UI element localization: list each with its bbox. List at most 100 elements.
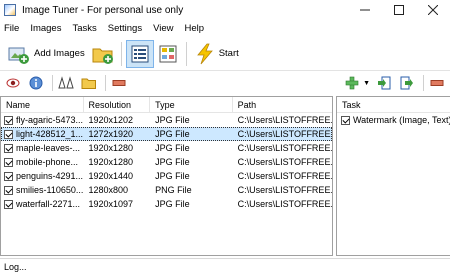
task-toolbar: ▼ — [342, 73, 450, 93]
status-log-link[interactable]: Log... — [4, 262, 27, 272]
task-checkbox[interactable] — [341, 115, 350, 125]
row-checkbox[interactable] — [4, 129, 13, 139]
file-name: mobile-phone... — [16, 157, 79, 167]
menu-help[interactable]: Help — [185, 23, 205, 34]
file-name: penguins-4291... — [16, 171, 84, 181]
task-list-header: Task — [337, 97, 450, 113]
file-resolution: 1920x1280 — [88, 143, 134, 153]
menu-bar: File Images Tasks Settings View Help — [0, 20, 450, 37]
eye-icon — [6, 78, 20, 87]
add-images-button[interactable]: Add Images — [4, 40, 89, 68]
file-type: JPG File — [155, 143, 190, 153]
add-images-label: Add Images — [34, 48, 85, 59]
row-checkbox[interactable] — [4, 115, 13, 125]
folder-icon — [81, 78, 96, 89]
file-resolution: 1272x1920 — [83, 127, 151, 141]
row-checkbox[interactable] — [4, 185, 13, 195]
window-title: Image Tuner - For personal use only — [22, 4, 184, 16]
start-button[interactable]: Start — [191, 40, 243, 68]
image-list-header: Name Resolution Type Path — [1, 97, 332, 113]
import-task-button[interactable] — [374, 73, 394, 93]
file-resolution: 1920x1097 — [88, 199, 134, 209]
row-checkbox[interactable] — [4, 171, 13, 181]
file-name: fly-agaric-5473... — [16, 115, 84, 125]
chevron-down-icon[interactable]: ▼ — [363, 80, 370, 87]
add-task-button[interactable] — [342, 73, 362, 93]
file-resolution: 1280x800 — [88, 185, 129, 195]
column-header-path[interactable]: Path — [233, 97, 332, 113]
row-checkbox[interactable] — [4, 157, 13, 167]
app-icon — [4, 4, 16, 16]
status-bar: Log... — [0, 258, 450, 275]
sort-button[interactable] — [56, 73, 76, 93]
file-type: JPG File — [155, 157, 190, 167]
add-folder-button[interactable] — [89, 40, 117, 68]
window-controls — [348, 0, 450, 20]
table-row[interactable]: fly-agaric-5473... 1920x1202 JPG File C:… — [1, 113, 332, 127]
add-folder-icon — [92, 48, 113, 64]
file-name: waterfall-2271... — [16, 199, 81, 209]
image-list: fly-agaric-5473... 1920x1202 JPG File C:… — [1, 113, 332, 211]
column-header-type[interactable]: Type — [150, 97, 233, 113]
task-list-panel: Task Watermark (Image, Text) — [336, 96, 450, 256]
row-checkbox[interactable] — [4, 199, 13, 209]
column-header-task[interactable]: Task — [337, 97, 450, 113]
file-path: C:\Users\LISTOFFREE... — [237, 185, 332, 195]
file-name: maple-leaves-... — [16, 143, 81, 153]
thumbnails-view-button[interactable] — [154, 40, 182, 68]
main-toolbar: Add Images Start — [0, 37, 450, 70]
file-path: C:\Users\LISTOFFREE... — [237, 171, 332, 181]
add-images-icon — [8, 47, 29, 64]
file-name: light-428512_1... — [16, 129, 84, 139]
details-view-icon — [131, 45, 149, 62]
start-label: Start — [218, 48, 239, 59]
preview-button[interactable] — [3, 73, 23, 93]
toolbar-separator — [185, 41, 187, 66]
file-type: JPG File — [155, 199, 190, 209]
row-checkbox[interactable] — [4, 143, 13, 153]
column-header-resolution[interactable]: Resolution — [84, 97, 151, 113]
toolbar-separator — [52, 74, 53, 91]
table-row[interactable]: light-428512_1... 1272x1920 JPG File C:\… — [1, 127, 332, 141]
file-resolution: 1920x1440 — [88, 171, 134, 181]
toolbar-separator — [105, 74, 106, 91]
maximize-button[interactable] — [382, 0, 416, 20]
title-bar: Image Tuner - For personal use only — [0, 0, 450, 20]
maximize-icon — [394, 5, 404, 15]
file-path: C:\Users\LISTOFFREE... — [232, 127, 332, 141]
file-resolution: 1920x1202 — [88, 115, 134, 125]
minimize-button[interactable] — [348, 0, 382, 20]
minus-icon — [430, 80, 444, 86]
table-row[interactable]: maple-leaves-... 1920x1280 JPG File C:\U… — [1, 141, 332, 155]
file-type: PNG File — [155, 185, 192, 195]
menu-images[interactable]: Images — [30, 23, 61, 34]
menu-view[interactable]: View — [153, 23, 173, 34]
lightning-icon — [196, 43, 213, 64]
export-icon — [400, 76, 413, 90]
remove-task-button[interactable] — [427, 73, 447, 93]
list-item[interactable]: Watermark (Image, Text) — [337, 113, 450, 127]
minimize-icon — [360, 9, 370, 11]
table-row[interactable]: mobile-phone... 1920x1280 JPG File C:\Us… — [1, 155, 332, 169]
file-type: JPG File — [155, 115, 190, 125]
open-folder-button[interactable] — [79, 73, 99, 93]
close-button[interactable] — [416, 0, 450, 20]
menu-file[interactable]: File — [4, 23, 19, 34]
info-icon — [29, 76, 43, 89]
close-icon — [428, 5, 438, 15]
secondary-toolbar: ▼ — [0, 70, 450, 94]
toolbar-separator — [120, 41, 122, 66]
remove-images-button[interactable] — [109, 73, 129, 93]
file-path: C:\Users\LISTOFFREE... — [237, 115, 332, 125]
menu-settings[interactable]: Settings — [108, 23, 142, 34]
column-header-name[interactable]: Name — [1, 97, 84, 113]
menu-tasks[interactable]: Tasks — [72, 23, 96, 34]
table-row[interactable]: smilies-110650... 1280x800 PNG File C:\U… — [1, 183, 332, 197]
export-task-button[interactable] — [397, 73, 417, 93]
details-view-button[interactable] — [125, 39, 154, 68]
plus-icon — [345, 76, 359, 90]
file-type: JPG File — [155, 171, 190, 181]
table-row[interactable]: penguins-4291... 1920x1440 JPG File C:\U… — [1, 169, 332, 183]
info-button[interactable] — [26, 73, 46, 93]
table-row[interactable]: waterfall-2271... 1920x1097 JPG File C:\… — [1, 197, 332, 211]
